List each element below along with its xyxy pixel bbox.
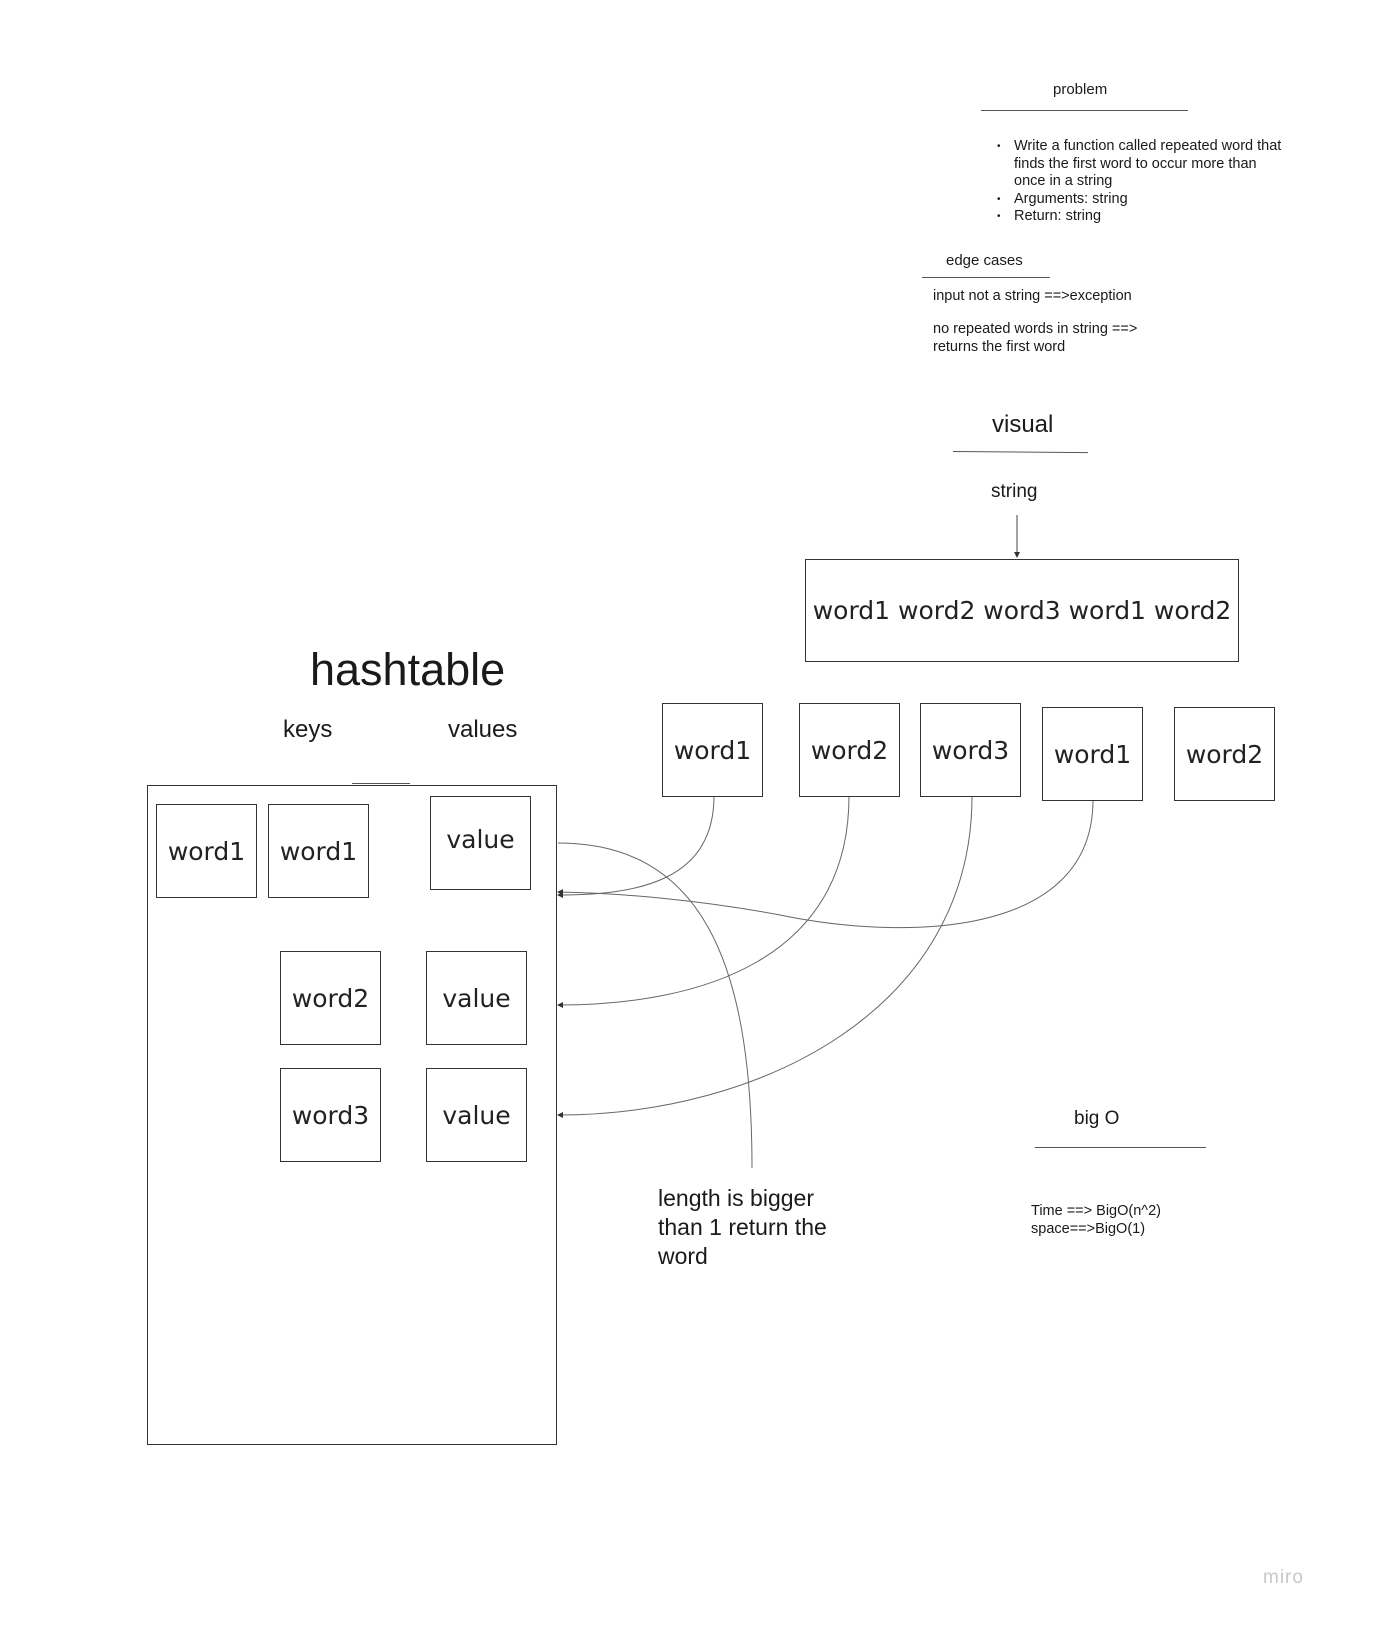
problem-bullet-list: Write a function called repeated word th… (996, 138, 1284, 226)
edge-cases-title: edge cases (946, 252, 1023, 269)
token-box: word2 (1174, 707, 1275, 801)
keys-values-divider (352, 783, 410, 784)
hashtable-key: word3 (280, 1068, 381, 1162)
hashtable-key: word1 (268, 804, 369, 898)
keys-label: keys (283, 716, 333, 743)
token-box: word2 (799, 703, 900, 797)
token-box: word1 (662, 703, 763, 797)
hashtable-key: word2 (280, 951, 381, 1045)
edge-case-item: input not a string ==>exception (933, 288, 1132, 304)
big-o-title: big O (1074, 1108, 1120, 1129)
miro-watermark: miro (1263, 1567, 1304, 1588)
input-string-box: word1 word2 word3 word1 word2 (805, 559, 1239, 662)
hashtable-value: value (426, 951, 527, 1045)
wire-token4 (557, 799, 1094, 929)
edge-cases-underline (922, 277, 1050, 278)
problem-bullet: Write a function called repeated word th… (997, 138, 1284, 191)
token-box: word3 (920, 703, 1021, 797)
hashtable-value: value (426, 1068, 527, 1162)
hashtable-key: word1 (156, 804, 257, 898)
problem-underline (981, 110, 1188, 111)
annotation-text: length is bigger than 1 return the word (658, 1185, 827, 1269)
wire-token1 (557, 795, 715, 898)
values-label: values (448, 716, 518, 743)
big-o-space: space==>BigO(1) (1031, 1221, 1146, 1237)
hashtable-value: value (430, 796, 531, 890)
problem-bullet: Return: string (997, 208, 1284, 226)
token-box: word1 (1042, 707, 1143, 801)
wire-token3 (557, 795, 973, 1118)
problem-bullet: Arguments: string (997, 191, 1284, 209)
string-label: string (991, 481, 1038, 502)
wire-value-to-annotation (557, 842, 753, 1169)
big-o-time: Time ==> BigO(n^2) (1031, 1203, 1161, 1219)
big-o-underline (1035, 1147, 1206, 1148)
problem-title: problem (1053, 81, 1108, 98)
visual-title: visual (992, 411, 1054, 438)
hashtable-title: hashtable (310, 644, 506, 695)
wire-token2 (557, 795, 850, 1008)
edge-case-item: no repeated words in string ==> returns … (933, 321, 1138, 355)
